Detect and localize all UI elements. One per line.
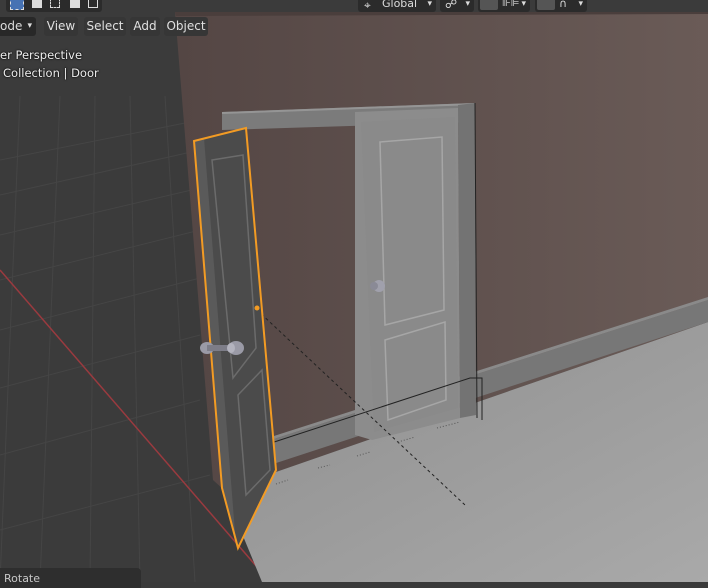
collection-object-text: Collection | Door: [3, 66, 99, 80]
orientation-icon: ⌖: [364, 0, 371, 12]
pivot-icon: ☍: [445, 0, 458, 11]
menu-add[interactable]: Add: [130, 17, 160, 36]
select-subtract-icon[interactable]: [50, 0, 60, 8]
interaction-mode-dropdown[interactable]: ode ▾: [0, 17, 36, 36]
3d-viewport[interactable]: [0, 0, 708, 582]
pivot-point-dropdown[interactable]: ☍ ▾: [440, 0, 474, 12]
chevron-down-icon: ▾: [427, 0, 432, 9]
select-invert-icon[interactable]: [70, 0, 80, 8]
select-mode-group[interactable]: [6, 0, 102, 12]
chevron-down-icon: ▾: [465, 0, 470, 9]
proportional-toggle-icon[interactable]: [537, 0, 555, 10]
snap-toggle-icon[interactable]: [480, 0, 498, 10]
closed-door[interactable]: [361, 117, 458, 432]
orientation-label: Global: [382, 0, 418, 10]
menu-view[interactable]: View: [44, 17, 78, 36]
viewport-header: ⌖ Global ▾ ☍ ▾ ⊪⊫ ▾ ∩ ▾: [0, 0, 708, 14]
snap-group[interactable]: ⊪⊫ ▾: [478, 0, 530, 12]
transform-orientation-dropdown[interactable]: ⌖ Global ▾: [358, 0, 436, 12]
chevron-down-icon: ▾: [578, 0, 583, 9]
chevron-down-icon: ▾: [521, 0, 526, 9]
proportional-edit-group[interactable]: ∩ ▾: [535, 0, 587, 12]
last-operator-label: Rotate: [4, 572, 41, 585]
select-extend-icon[interactable]: [32, 0, 42, 8]
origin-point: [254, 305, 260, 311]
chevron-down-icon: ▾: [27, 21, 32, 31]
falloff-icon[interactable]: ∩: [559, 0, 567, 14]
view-name-text: er Perspective: [0, 48, 83, 62]
snap-target-icon[interactable]: ⊪⊫: [502, 0, 519, 14]
menu-object[interactable]: Object: [164, 17, 208, 36]
select-box-icon[interactable]: [10, 0, 24, 10]
last-operator-panel[interactable]: Rotate: [0, 568, 141, 588]
menu-select[interactable]: Select: [84, 17, 126, 36]
select-intersect-icon[interactable]: [88, 0, 98, 8]
mode-label: ode: [0, 19, 23, 33]
